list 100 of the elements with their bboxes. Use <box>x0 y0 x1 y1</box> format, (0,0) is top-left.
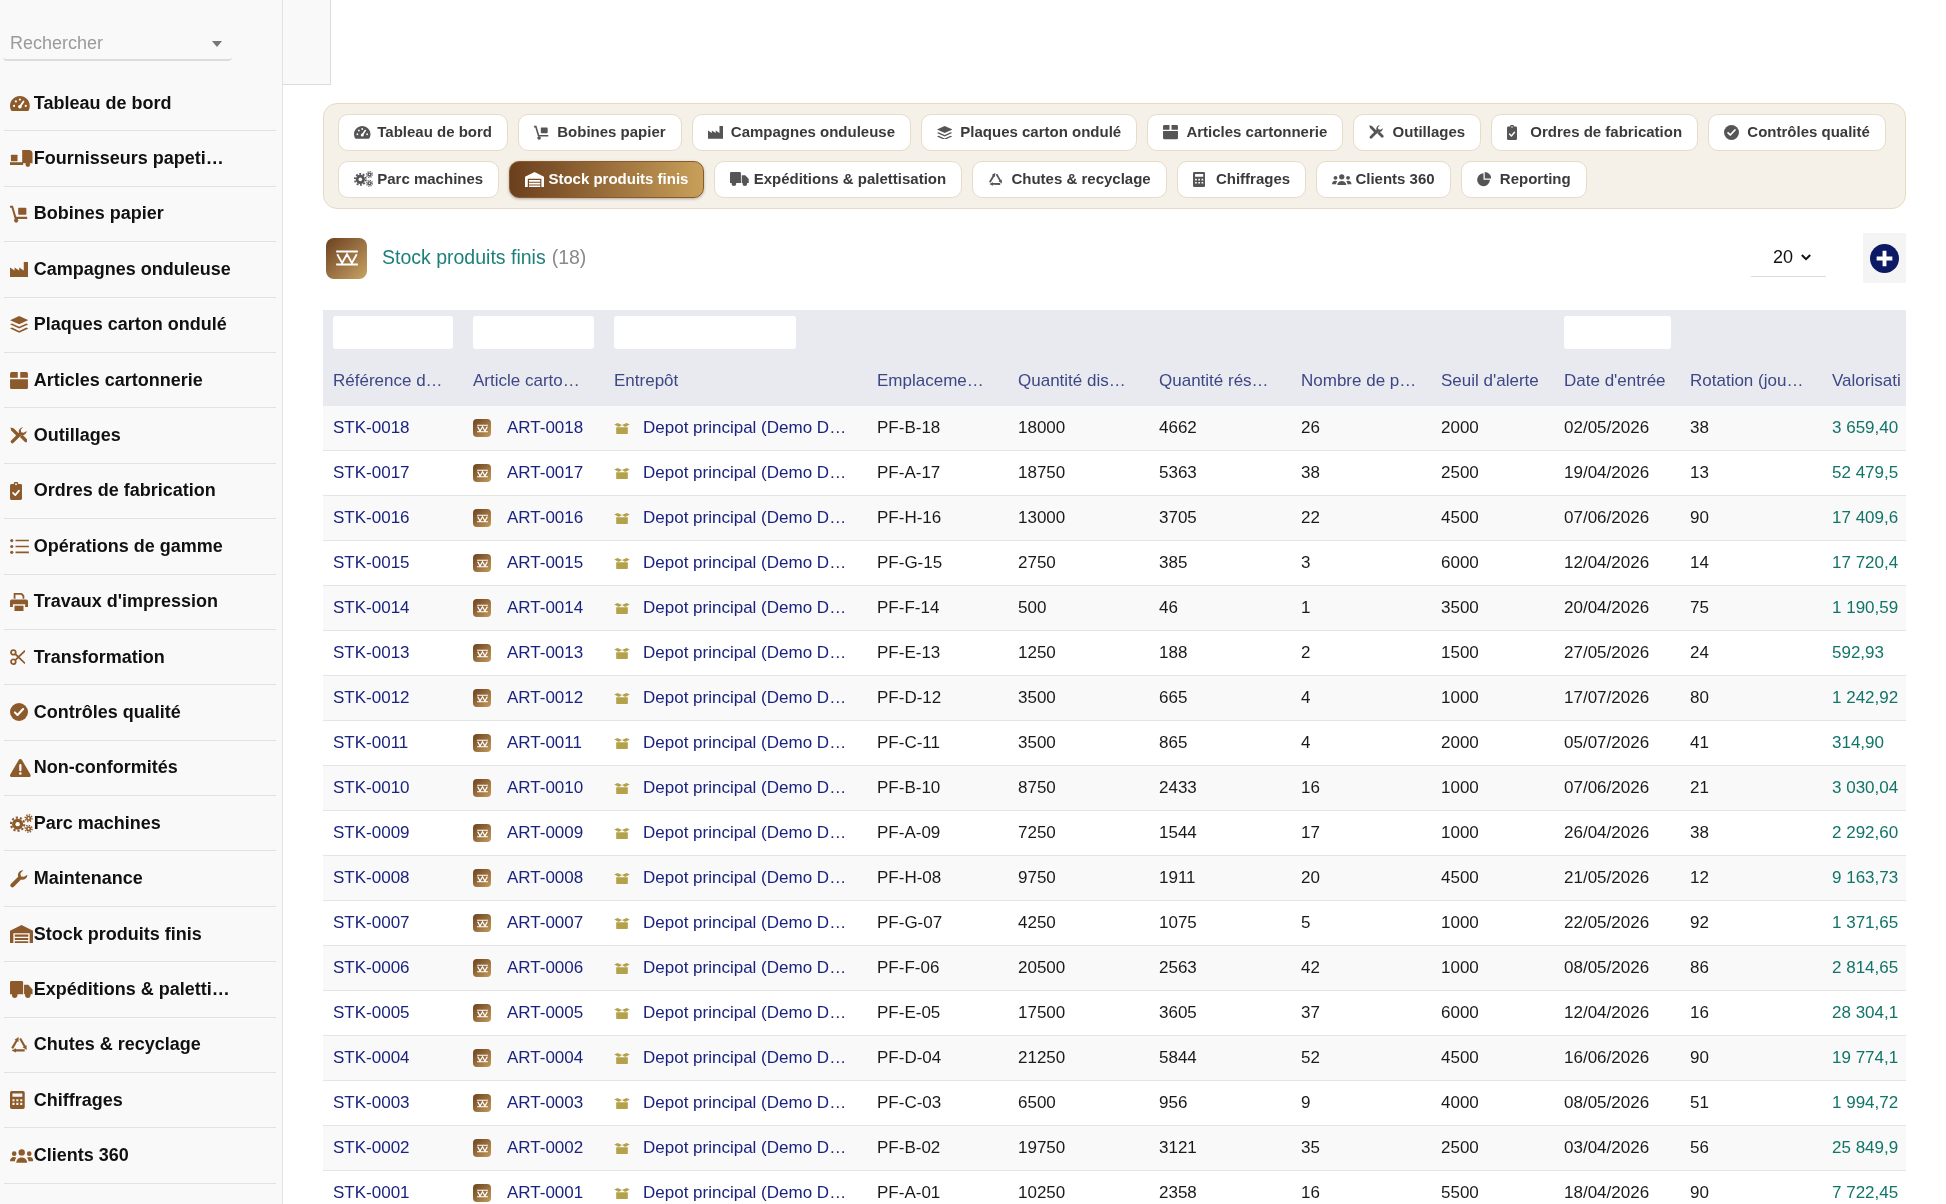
sidebar-item[interactable]: Chutes & recyclage <box>4 1017 276 1074</box>
sidebar-item[interactable]: Stock produits finis <box>4 906 276 963</box>
warehouse-link[interactable]: Depot principal (Demo D… <box>643 640 847 666</box>
reference-link[interactable]: STK-0006 <box>333 958 410 978</box>
warehouse-link[interactable]: Depot principal (Demo D… <box>643 820 847 846</box>
tab[interactable]: Campagnes onduleuse <box>691 114 912 151</box>
sidebar-item[interactable]: Outillages <box>4 408 276 464</box>
sidebar-item[interactable]: Chiffrages <box>4 1073 276 1129</box>
sidebar-item[interactable]: Tableau de bord <box>4 76 276 132</box>
sidebar-item[interactable]: Non-conformités <box>4 740 276 797</box>
warehouse-link[interactable]: Depot principal (Demo D… <box>643 955 847 981</box>
reference-link[interactable]: STK-0016 <box>333 508 410 528</box>
column-header[interactable]: Article carto… <box>473 370 580 390</box>
warehouse-link[interactable]: Depot principal (Demo D… <box>643 865 847 891</box>
article-link[interactable]: ART-0011 <box>507 730 582 756</box>
reference-link[interactable]: STK-0008 <box>333 868 410 888</box>
page-size-select[interactable]: 20 <box>1751 239 1826 277</box>
sidebar-item[interactable]: Clients 360 <box>4 1128 276 1184</box>
article-link[interactable]: ART-0015 <box>507 550 584 576</box>
article-link[interactable]: ART-0009 <box>507 820 584 846</box>
warehouse-link[interactable]: Depot principal (Demo D… <box>643 595 847 621</box>
sidebar-item[interactable]: Ordres de fabrication <box>4 463 276 520</box>
add-button[interactable] <box>1863 233 1906 283</box>
warehouse-link[interactable]: Depot principal (Demo D… <box>643 775 847 801</box>
article-link[interactable]: ART-0017 <box>507 460 584 486</box>
tab[interactable]: Stock produits finis <box>509 161 705 198</box>
sidebar-item[interactable]: Campagnes onduleuse <box>4 242 276 298</box>
column-header[interactable]: Nombre de p… <box>1301 370 1417 390</box>
warehouse-link[interactable]: Depot principal (Demo D… <box>643 1000 847 1026</box>
sidebar-item[interactable]: Bobines papier <box>4 186 276 243</box>
column-header[interactable]: Valorisati <box>1832 370 1901 390</box>
warehouse-link[interactable]: Depot principal (Demo D… <box>643 730 847 756</box>
sidebar-item[interactable]: Plaques carton ondulé <box>4 297 276 353</box>
warehouse-link[interactable]: Depot principal (Demo D… <box>643 550 847 576</box>
reference-link[interactable]: STK-0007 <box>333 913 410 933</box>
tab[interactable]: Reporting <box>1460 161 1587 198</box>
article-link[interactable]: ART-0003 <box>507 1090 584 1116</box>
tab[interactable]: Contrôles qualité <box>1708 114 1886 151</box>
column-header[interactable]: Date d'entrée <box>1564 370 1666 390</box>
article-link[interactable]: ART-0002 <box>507 1135 584 1161</box>
article-link[interactable]: ART-0013 <box>507 640 584 666</box>
reference-link[interactable]: STK-0014 <box>333 598 410 618</box>
sidebar-item[interactable]: Parc machines <box>4 796 276 852</box>
column-header[interactable]: Emplaceme… <box>877 370 984 390</box>
article-link[interactable]: ART-0005 <box>507 1000 584 1026</box>
article-link[interactable]: ART-0010 <box>507 775 584 801</box>
reference-link[interactable]: STK-0017 <box>333 463 410 483</box>
reference-link[interactable]: STK-0004 <box>333 1048 410 1068</box>
tab[interactable]: Expéditions & palettisation <box>714 161 963 198</box>
tab[interactable]: Parc machines <box>338 161 500 198</box>
sidebar-item[interactable]: Maintenance <box>4 851 276 907</box>
sidebar-item[interactable]: Contrôles qualité <box>4 685 276 741</box>
tab[interactable]: Outillages <box>1353 114 1482 151</box>
article-link[interactable]: ART-0014 <box>507 595 584 621</box>
article-link[interactable]: ART-0004 <box>507 1045 584 1071</box>
sidebar-item[interactable]: Transformation <box>4 629 276 686</box>
warehouse-link[interactable]: Depot principal (Demo D… <box>643 1045 847 1071</box>
sidebar-item[interactable]: Articles cartonnerie <box>4 352 276 409</box>
tab[interactable]: Ordres de fabrication <box>1491 114 1699 151</box>
article-link[interactable]: ART-0001 <box>507 1180 584 1204</box>
article-link[interactable]: ART-0008 <box>507 865 584 891</box>
tab[interactable]: Chiffrages <box>1176 161 1307 198</box>
article-link[interactable]: ART-0012 <box>507 685 584 711</box>
warehouse-link[interactable]: Depot principal (Demo D… <box>643 1180 847 1204</box>
article-link[interactable]: ART-0018 <box>507 415 584 441</box>
reference-link[interactable]: STK-0005 <box>333 1003 410 1023</box>
sidebar-item[interactable]: Opérations de gamme <box>4 519 276 575</box>
sidebar-item[interactable]: Expéditions & paletti… <box>4 962 276 1018</box>
tab[interactable]: Tableau de bord <box>338 114 508 151</box>
column-header[interactable]: Rotation (jou… <box>1690 370 1804 390</box>
reference-link[interactable]: STK-0009 <box>333 823 410 843</box>
column-header[interactable]: Référence d… <box>333 370 443 390</box>
sidebar-item[interactable]: Fournisseurs papeti… <box>4 131 276 187</box>
warehouse-link[interactable]: Depot principal (Demo D… <box>643 1090 847 1116</box>
column-header[interactable]: Entrepôt <box>614 370 679 390</box>
reference-link[interactable]: STK-0003 <box>333 1093 410 1113</box>
warehouse-link[interactable]: Depot principal (Demo D… <box>643 415 847 441</box>
reference-link[interactable]: STK-0011 <box>333 733 409 753</box>
warehouse-link[interactable]: Depot principal (Demo D… <box>643 910 847 936</box>
warehouse-link[interactable]: Depot principal (Demo D… <box>643 1135 847 1161</box>
column-header[interactable]: Quantité rés… <box>1159 370 1269 390</box>
reference-link[interactable]: STK-0018 <box>333 418 410 438</box>
tab[interactable]: Chutes & recyclage <box>972 161 1167 198</box>
reference-link[interactable]: STK-0002 <box>333 1138 410 1158</box>
warehouse-link[interactable]: Depot principal (Demo D… <box>643 505 847 531</box>
reference-link[interactable]: STK-0010 <box>333 778 410 798</box>
tab[interactable]: Plaques carton ondulé <box>921 114 1138 151</box>
article-link[interactable]: ART-0007 <box>507 910 584 936</box>
warehouse-link[interactable]: Depot principal (Demo D… <box>643 460 847 486</box>
reference-link[interactable]: STK-0012 <box>333 688 410 708</box>
reference-link[interactable]: STK-0015 <box>333 553 410 573</box>
tab[interactable]: Articles cartonnerie <box>1147 114 1344 151</box>
sidebar-item[interactable]: Travaux d'impression <box>4 574 276 630</box>
reference-link[interactable]: STK-0001 <box>333 1183 410 1203</box>
warehouse-link[interactable]: Depot principal (Demo D… <box>643 685 847 711</box>
tab[interactable]: Clients 360 <box>1316 161 1451 198</box>
column-header[interactable]: Seuil d'alerte <box>1441 370 1539 390</box>
article-link[interactable]: ART-0016 <box>507 505 584 531</box>
column-header[interactable]: Quantité dis… <box>1018 370 1126 390</box>
reference-link[interactable]: STK-0013 <box>333 643 410 663</box>
